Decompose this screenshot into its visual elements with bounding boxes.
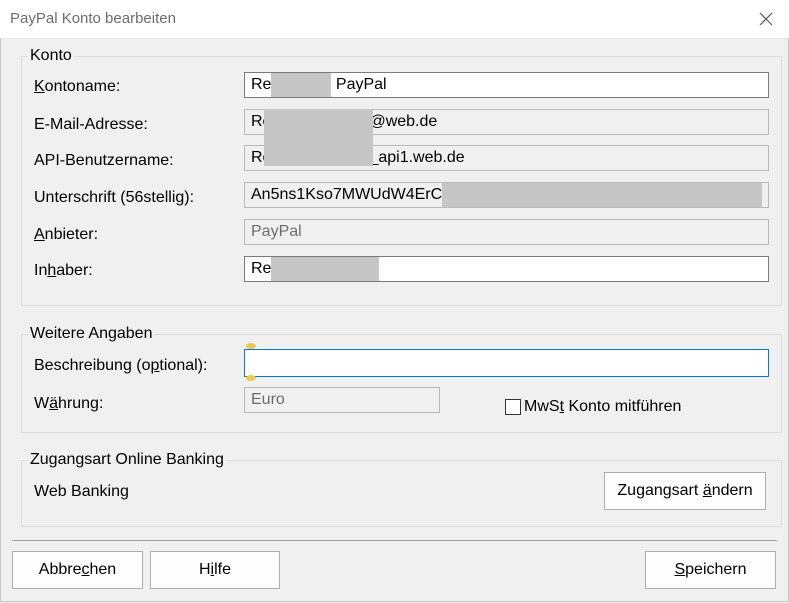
signature-value-prefix: An5ns1Kso7MWUdW4ErC [251,186,443,203]
inhaber-label-rest: aber: [56,262,93,279]
inhaber-label: Inhaber: [34,262,93,279]
waehrung-select[interactable]: Euro [244,387,440,413]
kontoname-label: Kontoname: [34,78,121,95]
email-value-suffix: @web.de [369,113,438,130]
api-value-suffix: _api1.web.de [369,149,465,166]
beschreibung-input[interactable] [244,349,769,377]
kontoname-label-rest: ontoname: [44,78,121,95]
redaction [271,257,380,281]
waehrung-label-start: W [34,395,50,412]
api-username-label: API-Benutzername: [34,152,174,169]
kontoname-value-prefix: Re [251,76,272,93]
zugangsart-value: Web Banking [34,483,129,500]
redaction [271,73,332,97]
drag-handle-top [246,343,256,349]
waehrung-label: Währung: [34,395,104,412]
save-button-rest: peichern [685,561,747,578]
inhaber-value-prefix: Re [251,260,272,277]
kontoname-input[interactable]: Re PayPal [244,72,769,98]
konto-group-label: Konto [28,47,74,65]
help-button-rest: lfe [214,561,232,578]
window-title: PayPal Konto bearbeiten [10,10,176,27]
mwst-label[interactable]: MwSt Konto mitführen [524,398,681,416]
beschreibung-label: Beschreibung (optional): [34,357,208,374]
footer-separator [12,540,777,541]
signature-field[interactable]: An5ns1Kso7MWUdW4ErC [244,182,769,208]
mwst-checkbox[interactable] [505,399,521,415]
cancel-button-rest: hen [89,561,117,578]
drag-handle-bottom [246,375,256,381]
close-button[interactable] [743,0,789,38]
close-icon [759,12,773,26]
waehrung-label-rest: hrung: [58,395,104,412]
inhaber-label-start: In [34,262,48,279]
weitere-angaben-group-label: Weitere Angaben [28,325,155,343]
zugangsart-button-start: Zugangsart [617,482,699,499]
zugangsart-aendern-button[interactable]: Zugangsart ä ndern [604,472,766,510]
mwst-label-rest: Konto mitführen [564,398,682,415]
beschreibung-label-rest: tional): [159,357,208,374]
title-bar: PayPal Konto bearbeiten [0,0,789,39]
email-label: E-Mail-Adresse: [34,116,148,133]
redaction [442,183,763,207]
zugangsart-button-rest: ndern [711,482,753,499]
cancel-button[interactable]: Abbre c hen [12,551,143,589]
anbieter-field: PayPal [244,219,769,245]
redaction [264,109,373,166]
anbieter-label: Anbieter: [34,226,99,243]
mwst-label-start: MwS [524,398,560,415]
zugangsart-group-label: Zugangsart Online Banking [28,451,226,469]
signature-label: Unterschrift (56stellig): [34,189,195,206]
help-button[interactable]: Hi lfe [150,551,280,589]
inhaber-input[interactable]: Re [244,256,769,282]
help-button-start: H [198,561,211,578]
cancel-button-start: Abbre [38,561,82,578]
beschreibung-label-start: Beschreibung (o [34,357,151,374]
kontoname-value-suffix: PayPal [331,76,387,93]
save-button[interactable]: Speichern [645,551,776,589]
anbieter-label-rest: nbieter: [44,226,99,243]
